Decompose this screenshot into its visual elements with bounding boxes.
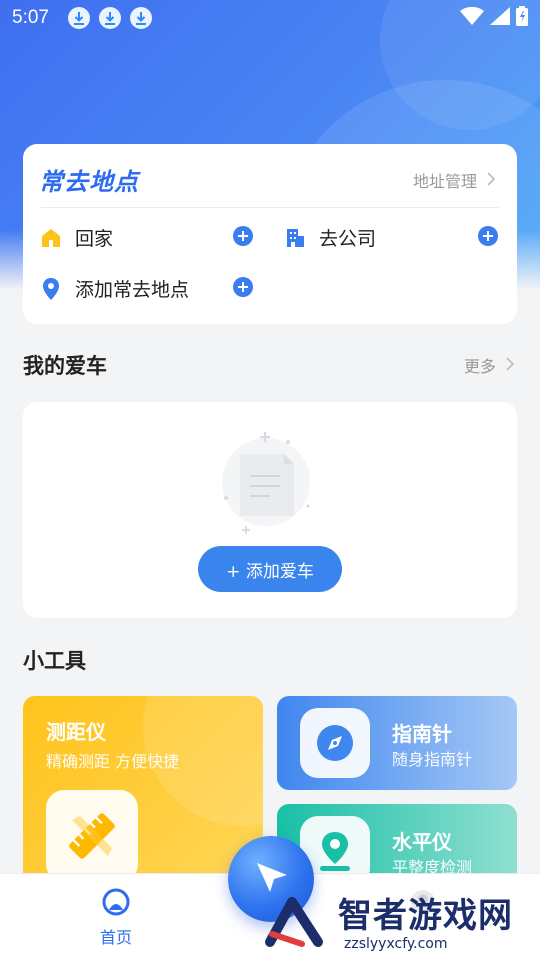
add-company-button[interactable] <box>478 226 498 246</box>
building-icon <box>285 228 307 248</box>
watermark-logo <box>262 884 332 958</box>
status-time: 5:07 <box>12 7 49 28</box>
nav-home[interactable]: 首页 <box>86 888 146 948</box>
add-car-button[interactable]: + 添加爱车 <box>198 546 342 592</box>
my-car-card: + 添加爱车 <box>23 402 517 618</box>
address-manage-label: 地址管理 <box>412 172 477 191</box>
place-home-label: 回家 <box>75 228 114 250</box>
watermark-text: 智者游戏网 <box>338 896 513 936</box>
nav-home-label: 首页 <box>99 928 132 947</box>
tool-ruler-title: 测距仪 <box>46 720 106 744</box>
status-bar: 5:07 <box>0 0 540 36</box>
watermark: 智者游戏网 zzslyyxcfy.com <box>262 880 540 960</box>
place-company[interactable]: 去公司 <box>285 224 376 251</box>
download-icon <box>98 7 121 29</box>
add-frequent-place-label: 添加常去地点 <box>75 279 190 301</box>
battery-icon <box>516 6 528 30</box>
empty-document-icon <box>216 426 326 540</box>
ruler-icon <box>46 790 138 882</box>
home-icon <box>41 228 63 248</box>
tool-ruler-card[interactable]: 测距仪 精确测距 方便快捷 <box>23 696 263 886</box>
chevron-right-icon <box>487 171 496 190</box>
address-manage-link[interactable]: 地址管理 <box>412 168 496 192</box>
divider <box>41 207 499 208</box>
tools-title: 小工具 <box>23 649 86 673</box>
home-nav-icon <box>101 888 131 920</box>
my-car-title: 我的爱车 <box>23 354 107 378</box>
wifi-icon <box>460 6 484 29</box>
download-icon <box>67 7 90 29</box>
tool-compass-title: 指南针 <box>392 722 452 746</box>
tool-compass-subtitle: 随身指南针 <box>392 750 473 769</box>
frequent-places-title: 常去地点 <box>39 168 139 196</box>
add-home-button[interactable] <box>233 226 253 246</box>
add-place-button[interactable] <box>233 277 253 297</box>
tool-compass-card[interactable]: 指南针 随身指南针 <box>277 696 517 790</box>
watermark-url: zzslyyxcfy.com <box>344 936 448 952</box>
tool-level-title: 水平仪 <box>392 830 452 854</box>
my-car-more-link[interactable]: 更多 <box>463 353 515 377</box>
more-label: 更多 <box>463 357 496 376</box>
frequent-places-card: 常去地点 地址管理 回家 去公司 添加常去地点 <box>23 144 517 324</box>
download-icon <box>129 7 152 29</box>
location-pin-icon <box>41 277 63 300</box>
place-home[interactable]: 回家 <box>41 224 113 251</box>
chevron-right-icon <box>506 356 515 375</box>
add-frequent-place[interactable]: 添加常去地点 <box>41 275 189 302</box>
tool-ruler-subtitle: 精确测距 方便快捷 <box>46 752 180 771</box>
place-company-label: 去公司 <box>319 228 377 250</box>
signal-icon <box>490 7 510 29</box>
compass-icon <box>300 708 370 778</box>
